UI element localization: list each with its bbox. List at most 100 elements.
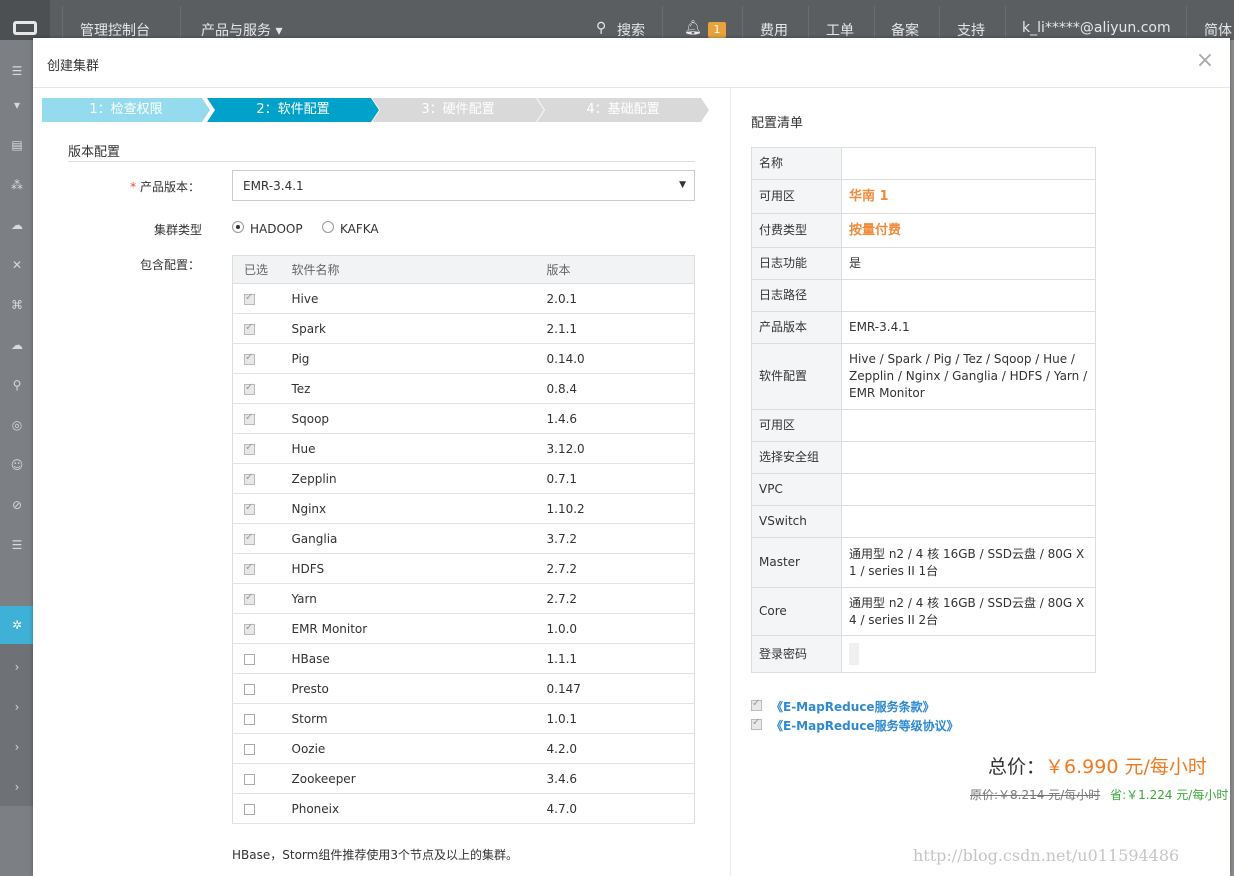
table-row: Spark2.1.1	[232, 313, 695, 344]
config-value: Hive / Spark / Pig / Tez / Sqoop / Hue /…	[841, 343, 1096, 410]
radio-button-selected[interactable]	[232, 221, 244, 233]
collapse-arrow-icon[interactable]: ▾	[10, 98, 24, 112]
software-version: 1.4.6	[546, 403, 695, 434]
component-recommendation-note: HBase，Storm组件推荐使用3个节点及以上的集群。	[232, 848, 518, 862]
selected-cell	[232, 313, 292, 344]
software-checkbox[interactable]	[244, 803, 255, 815]
nav-icp-link[interactable]: 备案	[891, 20, 919, 40]
cloud-outline-icon[interactable]: ☁	[10, 338, 24, 352]
table-row: Hue3.12.0	[232, 433, 695, 464]
software-checkbox[interactable]	[244, 352, 255, 365]
step-basic-config[interactable]: 4：基础配置	[537, 98, 709, 122]
product-version-select[interactable]: EMR-3.4.1 ▼	[232, 170, 695, 201]
chevron-right-icon[interactable]: ›	[10, 740, 24, 754]
sla-link[interactable]: 《E-MapReduce服务等级协议》	[771, 717, 959, 734]
agreement-checkbox[interactable]	[751, 698, 762, 711]
nav-console-link[interactable]: 管理控制台	[80, 20, 150, 40]
software-checkbox[interactable]	[244, 592, 255, 605]
chevron-right-icon[interactable]: ›	[10, 780, 24, 794]
nav-search-link[interactable]: 搜索	[617, 20, 645, 40]
software-checkbox[interactable]	[244, 532, 255, 545]
nav-language-menu[interactable]: 简体	[1204, 20, 1232, 40]
search-analytics-icon[interactable]: ⚲	[10, 378, 24, 392]
database-icon[interactable]: ▤	[10, 138, 24, 152]
software-checkbox[interactable]	[244, 713, 255, 725]
config-row: 付费类型 按量付费	[751, 213, 1096, 248]
close-icon[interactable]: ×	[1193, 50, 1217, 74]
config-value: 通用型 n2 / 4 核 16GB / SSD云盘 / 80G X 4 / se…	[841, 587, 1096, 636]
link-icon[interactable]: ⊘	[10, 498, 24, 512]
config-row: VPC	[751, 473, 1096, 506]
nav-tickets-link[interactable]: 工单	[826, 20, 854, 40]
price-breakdown: 原价:￥8.214 元/每小时 省:￥1.224 元/每小时	[970, 786, 1228, 803]
software-checkbox[interactable]	[244, 683, 255, 695]
product-version-value: EMR-3.4.1	[243, 179, 304, 193]
software-name: Tez	[291, 373, 547, 404]
nav-separator	[1186, 6, 1187, 40]
software-name: Hive	[291, 283, 547, 314]
software-name: Phoneix	[291, 793, 547, 824]
software-checkbox[interactable]	[244, 773, 255, 785]
network-icon[interactable]: ⁂	[10, 178, 24, 192]
software-checkbox[interactable]	[244, 622, 255, 635]
config-value: 按量付费	[841, 213, 1096, 248]
menu-icon[interactable]: ☰	[10, 64, 24, 78]
step-hardware-config[interactable]: 3：硬件配置	[372, 98, 544, 122]
software-checkbox[interactable]	[244, 743, 255, 755]
software-checkbox[interactable]	[244, 322, 255, 335]
software-name: Hue	[291, 433, 547, 464]
table-row: Hive2.0.1	[232, 283, 695, 314]
step-software-config[interactable]: 2：软件配置	[207, 98, 379, 122]
software-version: 4.2.0	[546, 733, 695, 764]
software-version: 0.14.0	[546, 343, 695, 374]
software-checkbox[interactable]	[244, 442, 255, 455]
software-checkbox[interactable]	[244, 292, 255, 305]
nav-billing-link[interactable]: 费用	[760, 20, 788, 40]
step-check-permission[interactable]: 1：检查权限	[42, 98, 210, 122]
nav-separator	[180, 6, 181, 40]
config-row: 软件配置 Hive / Spark / Pig / Tez / Sqoop / H…	[751, 343, 1096, 410]
panel-divider	[730, 88, 731, 876]
table-row: Tez0.8.4	[232, 373, 695, 404]
aliyun-logo[interactable]	[0, 0, 50, 40]
target-icon[interactable]: ◎	[10, 418, 24, 432]
software-checkbox[interactable]	[244, 562, 255, 575]
software-version: 0.7.1	[546, 463, 695, 494]
col-selected-header: 已选	[232, 255, 292, 284]
software-name: Oozie	[291, 733, 547, 764]
selected-cell	[232, 493, 292, 524]
software-checkbox[interactable]	[244, 412, 255, 425]
list-icon[interactable]: ☰	[10, 538, 24, 552]
software-checkbox[interactable]	[244, 472, 255, 485]
cloud-icon[interactable]: ☁	[10, 218, 24, 232]
nav-support-link[interactable]: 支持	[957, 20, 985, 40]
chevron-right-icon[interactable]: ›	[10, 660, 24, 674]
software-name: Sqoop	[291, 403, 547, 434]
software-checkbox[interactable]	[244, 382, 255, 395]
search-icon[interactable]: ⚲	[596, 20, 606, 36]
table-row: HDFS2.7.2	[232, 553, 695, 584]
bell-icon[interactable]: 🔔︎	[684, 20, 702, 36]
cluster-icon[interactable]: ✕	[10, 258, 24, 272]
nav-products-menu[interactable]: 产品与服务 ▾	[201, 20, 282, 40]
software-checkbox[interactable]	[244, 653, 255, 665]
software-version: 0.147	[546, 673, 695, 704]
chevron-right-icon[interactable]: ›	[10, 700, 24, 714]
config-key: 产品版本	[751, 311, 842, 344]
nav-account-menu[interactable]: k_li*****@aliyun.com	[1022, 20, 1171, 36]
selected-cell	[232, 463, 292, 494]
terms-of-service-link[interactable]: 《E-MapReduce服务条款》	[771, 698, 935, 715]
agreement-checkbox[interactable]	[751, 717, 762, 730]
user-group-icon[interactable]: ☺	[10, 458, 24, 472]
software-checkbox[interactable]	[244, 502, 255, 515]
sidebar-item-emr-active[interactable]: ✲	[0, 606, 33, 644]
config-key: 可用区	[751, 179, 842, 214]
original-price: 原价:￥8.214 元/每小时	[970, 788, 1101, 802]
function-icon[interactable]: ⌘	[10, 298, 24, 312]
config-value	[841, 635, 1096, 673]
selected-cell	[232, 703, 292, 734]
config-key: 软件配置	[751, 343, 842, 410]
software-version: 1.0.1	[546, 703, 695, 734]
selected-cell	[232, 283, 292, 314]
radio-button[interactable]	[322, 221, 334, 233]
